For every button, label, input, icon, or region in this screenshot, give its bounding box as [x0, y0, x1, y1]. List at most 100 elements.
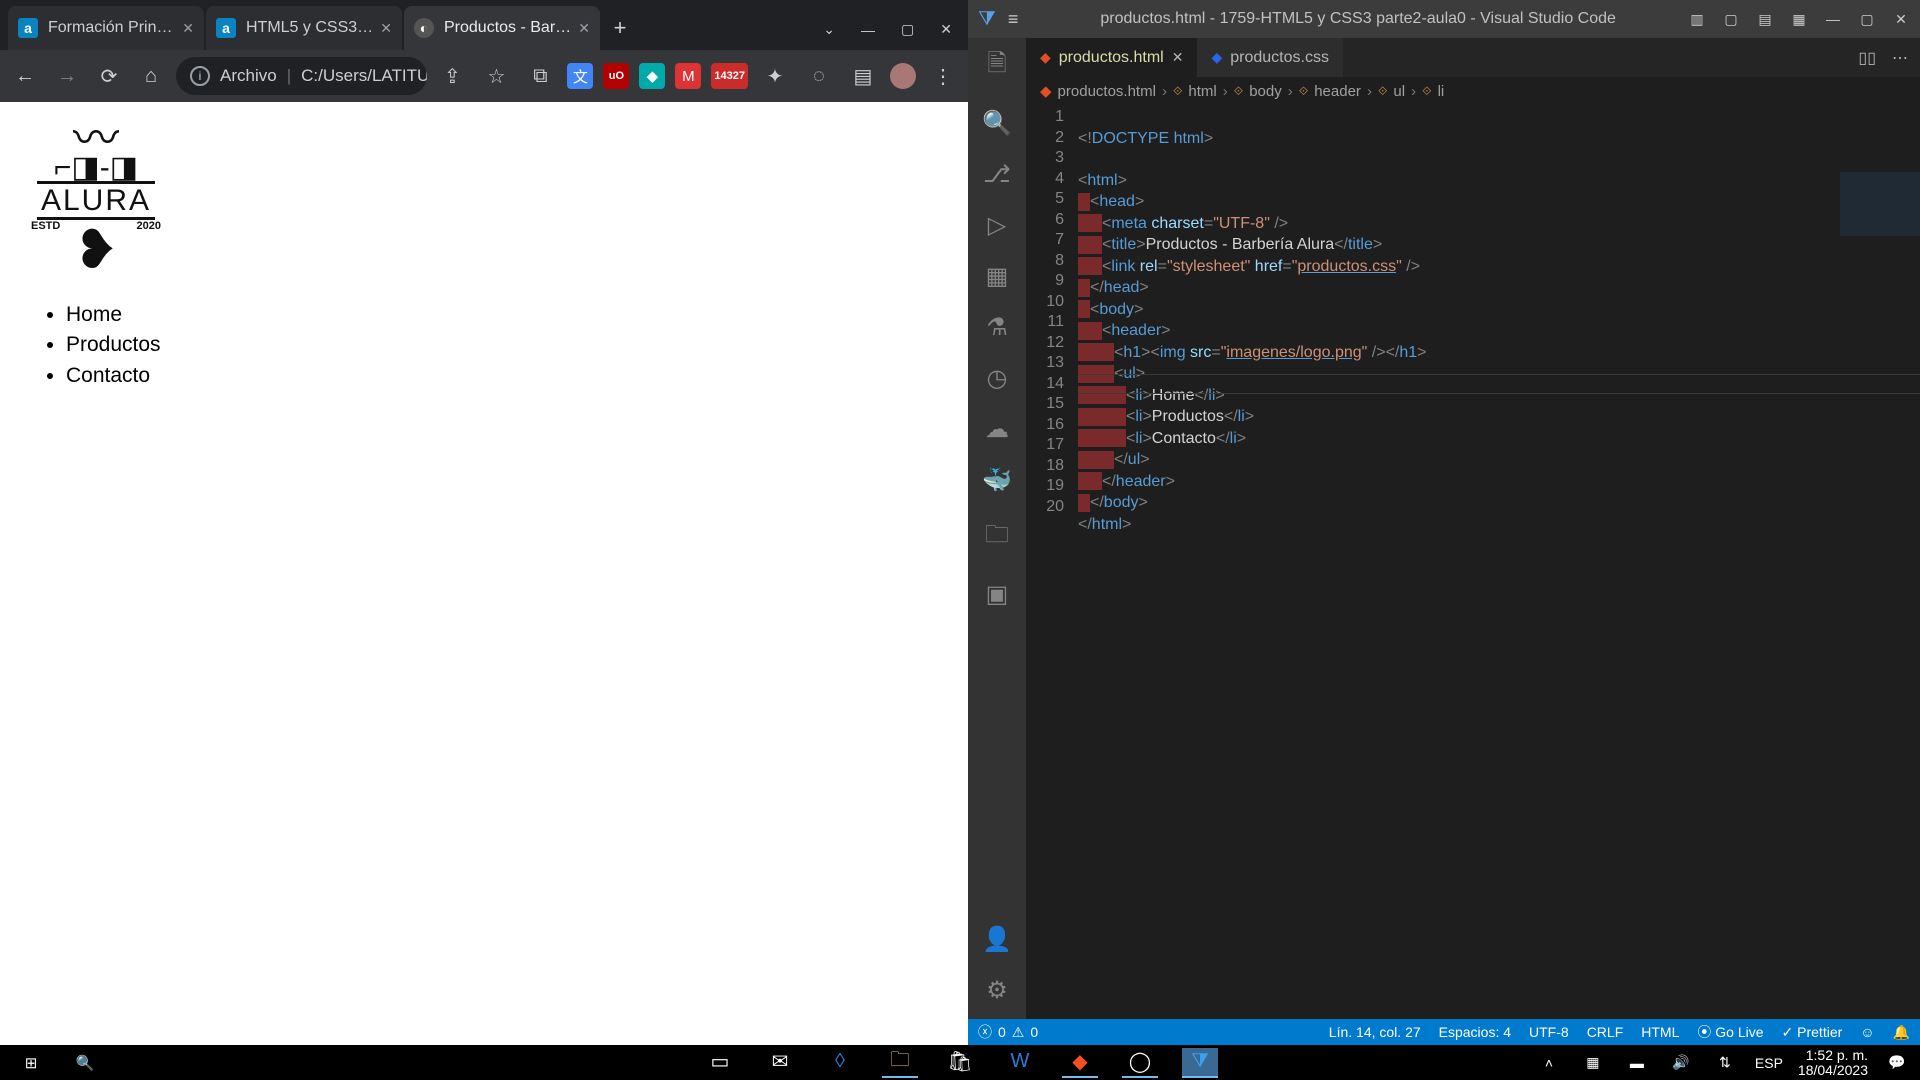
sync-icon[interactable]: ◌ [802, 59, 836, 93]
store-icon[interactable]: 🛍 [942, 1048, 978, 1078]
error-count[interactable]: 0 [998, 1024, 1006, 1040]
minimize-icon[interactable]: — [861, 21, 875, 38]
reload-button[interactable]: ⟳ [92, 59, 126, 93]
browser-tab-1[interactable]: a HTML5 y CSS3 par ✕ [206, 6, 402, 50]
more-icon[interactable]: ⋯ [1892, 48, 1908, 68]
logo-text: ALURA [37, 181, 155, 220]
breadcrumb-item[interactable]: html [1188, 83, 1216, 100]
extension-icon[interactable]: ◆ [639, 63, 665, 89]
maximize-icon[interactable]: ▢ [901, 21, 914, 38]
network-icon[interactable]: ⇅ [1710, 1048, 1740, 1078]
breadcrumb-item[interactable]: productos.html [1058, 83, 1156, 100]
remote-icon[interactable]: ☁ [985, 415, 1009, 444]
search-icon[interactable]: 🔍 [70, 1048, 100, 1078]
taskview-icon[interactable]: ▭ [702, 1048, 738, 1078]
breadcrumb-item[interactable]: li [1438, 83, 1445, 100]
address-scheme: Archivo [220, 66, 277, 86]
terminal-icon[interactable]: ▣ [986, 580, 1009, 609]
browser-tab-0[interactable]: a Formación Princip ✕ [8, 6, 204, 50]
language-indicator[interactable]: ESP [1754, 1048, 1784, 1078]
chrome-icon[interactable]: ◯ [1122, 1048, 1158, 1078]
language-mode[interactable]: HTML [1641, 1024, 1679, 1040]
chevron-up-icon[interactable]: ˄ [1534, 1048, 1564, 1078]
mail-icon[interactable]: ✉ [762, 1048, 798, 1078]
explorer-icon[interactable]: 🗀 [882, 1048, 918, 1078]
close-icon[interactable]: ✕ [940, 21, 952, 38]
run-icon[interactable]: ▷ [988, 211, 1006, 240]
tray-icon[interactable]: ▦ [1578, 1048, 1608, 1078]
cast-icon[interactable]: ⧉ [523, 59, 557, 93]
maximize-icon[interactable]: ▢ [1858, 11, 1876, 28]
brave-icon[interactable]: ◆ [1062, 1048, 1098, 1078]
back-button[interactable]: ← [8, 59, 42, 93]
forward-button[interactable]: → [50, 59, 84, 93]
avatar[interactable] [890, 63, 916, 89]
timeline-icon[interactable]: ◷ [987, 364, 1008, 393]
account-icon[interactable]: 👤 [982, 925, 1012, 954]
battery-icon[interactable]: ▬ [1622, 1048, 1652, 1078]
editor-tab-html[interactable]: ◆ productos.html ✕ [1026, 38, 1197, 77]
breadcrumbs[interactable]: ◆ productos.html› ⟐html› ⟐body› ⟐header›… [1026, 77, 1920, 105]
close-icon[interactable]: ✕ [1172, 49, 1184, 66]
warning-count[interactable]: 0 [1030, 1024, 1038, 1040]
share-icon[interactable]: ⇪ [435, 59, 469, 93]
ublock-icon[interactable]: uO [603, 63, 629, 89]
extension-badge[interactable]: 14327 [711, 63, 748, 89]
address-bar[interactable]: i Archivo | C:/Users/LATITUDE... [176, 57, 427, 95]
split-editor-icon[interactable]: ▯▯ [1858, 48, 1876, 68]
cursor-position[interactable]: Lín. 14, col. 27 [1329, 1024, 1421, 1040]
close-icon[interactable]: ✕ [578, 20, 590, 37]
layout-icon[interactable]: ▦ [1790, 11, 1808, 28]
new-tab-button[interactable]: + [602, 6, 638, 50]
panel-icon[interactable]: ▤ [846, 59, 880, 93]
bell-icon[interactable]: 🔔 [1893, 1024, 1910, 1041]
word-icon[interactable]: W [1002, 1048, 1038, 1078]
breadcrumb-item[interactable]: header [1314, 83, 1361, 100]
code-content[interactable]: <!DOCTYPE html> <html> <head> <meta char… [1078, 105, 1920, 1019]
close-icon[interactable]: ✕ [182, 20, 194, 37]
encoding[interactable]: UTF-8 [1529, 1024, 1569, 1040]
explorer-icon[interactable]: 🗎 [987, 46, 1006, 87]
breadcrumb-item[interactable]: ul [1393, 83, 1405, 100]
vscode-icon[interactable]: ⧩ [1182, 1048, 1218, 1078]
feedback-icon[interactable]: ☺ [1860, 1024, 1874, 1040]
code-editor[interactable]: 1234567891011121314151617181920 <!DOCTYP… [1026, 105, 1920, 1019]
gear-icon[interactable]: ⚙ [986, 976, 1008, 1005]
layout-icon[interactable]: ▥ [1688, 11, 1706, 28]
editor-tab-css[interactable]: ◆ productos.css [1197, 38, 1343, 77]
info-icon[interactable]: i [190, 66, 210, 86]
volume-icon[interactable]: 🔊 [1666, 1048, 1696, 1078]
gmail-icon[interactable]: M [675, 63, 701, 89]
minimize-icon[interactable]: — [1824, 11, 1842, 27]
outlook-icon[interactable]: ◊ [822, 1048, 858, 1078]
extensions-icon[interactable]: ▦ [986, 262, 1009, 291]
translate-icon[interactable]: 文 [567, 63, 593, 89]
search-icon[interactable]: 🔍 [982, 109, 1012, 138]
prettier-status[interactable]: Prettier [1782, 1024, 1843, 1041]
logo-glasses-icon: ⌐◨-◨ [54, 154, 138, 181]
error-icon[interactable]: ⓧ [978, 1022, 992, 1042]
folder-icon[interactable]: 🗀 [985, 517, 1009, 558]
breadcrumb-item[interactable]: body [1249, 83, 1282, 100]
close-icon[interactable]: ✕ [380, 20, 392, 37]
browser-tab-2[interactable]: ◐ Productos - Barbe ✕ [404, 6, 600, 50]
go-live-button[interactable]: ⦿ Go Live [1697, 1022, 1763, 1042]
action-center-icon[interactable]: 💬 [1882, 1048, 1912, 1078]
menu-icon[interactable]: ⋮ [926, 59, 960, 93]
star-icon[interactable]: ☆ [479, 59, 513, 93]
extensions-icon[interactable]: ✦ [758, 59, 792, 93]
close-icon[interactable]: ✕ [1892, 11, 1910, 28]
docker-icon[interactable]: 🐳 [982, 466, 1012, 495]
eol[interactable]: CRLF [1587, 1024, 1624, 1040]
chevron-down-icon[interactable]: ⌄ [823, 21, 835, 38]
hamburger-icon[interactable]: ≡ [1008, 9, 1019, 30]
warning-icon[interactable]: ⚠ [1012, 1024, 1025, 1041]
source-control-icon[interactable]: ⎇ [983, 160, 1011, 189]
testing-icon[interactable]: ⚗ [986, 313, 1008, 342]
indentation[interactable]: Espacios: 4 [1439, 1024, 1511, 1040]
clock[interactable]: 1:52 p. m. 18/04/2023 [1798, 1048, 1868, 1077]
layout-icon[interactable]: ▤ [1756, 11, 1774, 28]
start-button[interactable]: ⊞ [16, 1048, 46, 1078]
layout-icon[interactable]: ▢ [1722, 11, 1740, 28]
home-button[interactable]: ⌂ [134, 59, 168, 93]
